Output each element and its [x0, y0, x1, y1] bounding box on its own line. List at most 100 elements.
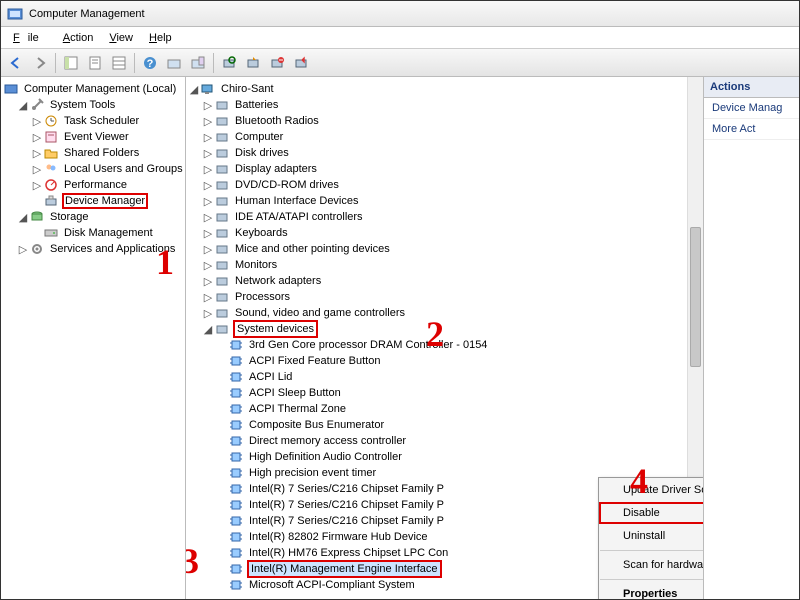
back-button[interactable]: [5, 52, 27, 74]
expand-icon[interactable]: ◢: [202, 323, 214, 336]
expand-icon[interactable]: ▷: [202, 211, 214, 224]
device-category[interactable]: Display adapters: [233, 162, 319, 176]
tree-root[interactable]: Computer Management (Local): [22, 82, 178, 96]
tree-local-users[interactable]: Local Users and Groups: [62, 162, 185, 176]
expand-icon[interactable]: ▷: [31, 131, 43, 144]
system-device-item[interactable]: ACPI Fixed Feature Button: [247, 354, 382, 368]
actions-device-manager[interactable]: Device Manag: [704, 98, 799, 119]
disable-button[interactable]: [290, 52, 312, 74]
actions-more[interactable]: More Act: [704, 119, 799, 140]
scrollbar-thumb[interactable]: [690, 227, 701, 367]
device-category[interactable]: Human Interface Devices: [233, 194, 361, 208]
tree-storage[interactable]: Storage: [48, 210, 91, 224]
system-device-item[interactable]: Microsoft ACPI-Compliant System: [247, 578, 417, 592]
tree-services-apps[interactable]: Services and Applications: [48, 242, 177, 256]
expand-icon[interactable]: ◢: [17, 99, 29, 112]
category-icon: [214, 177, 230, 193]
device-category[interactable]: System devices: [233, 320, 318, 338]
forward-button[interactable]: [29, 52, 51, 74]
category-icon: [214, 97, 230, 113]
system-device-item[interactable]: Composite Bus Enumerator: [247, 418, 386, 432]
system-device-item[interactable]: Intel(R) 7 Series/C216 Chipset Family P: [247, 498, 446, 512]
uninstall-button[interactable]: [266, 52, 288, 74]
menu-uninstall[interactable]: Uninstall: [599, 524, 704, 548]
system-device-item[interactable]: High Definition Audio Controller: [247, 450, 404, 464]
device-category[interactable]: Sound, video and game controllers: [233, 306, 407, 320]
category-icon: [214, 145, 230, 161]
menu-update-driver[interactable]: Update Driver Software...: [599, 478, 704, 502]
expand-icon[interactable]: ▷: [202, 147, 214, 160]
window-title: Computer Management: [29, 8, 145, 20]
scan-button[interactable]: [218, 52, 240, 74]
update-button[interactable]: [242, 52, 264, 74]
tree-disk-management[interactable]: Disk Management: [62, 226, 155, 240]
expand-icon[interactable]: ▷: [202, 227, 214, 240]
device-category[interactable]: DVD/CD-ROM drives: [233, 178, 341, 192]
expand-icon[interactable]: ▷: [31, 147, 43, 160]
expand-icon[interactable]: ▷: [202, 131, 214, 144]
expand-icon[interactable]: ▷: [31, 179, 43, 192]
system-device-item[interactable]: 3rd Gen Core processor DRAM Controller -…: [247, 338, 489, 352]
menu-disable[interactable]: Disable: [599, 502, 704, 524]
expand-icon[interactable]: ▷: [31, 115, 43, 128]
system-device-item[interactable]: ACPI Lid: [247, 370, 294, 384]
tree-shared-folders[interactable]: Shared Folders: [62, 146, 141, 160]
system-device-item[interactable]: Intel(R) HM76 Express Chipset LPC Con: [247, 546, 450, 560]
expand-icon[interactable]: ▷: [31, 163, 43, 176]
expand-icon[interactable]: ▷: [202, 99, 214, 112]
device-category[interactable]: Keyboards: [233, 226, 290, 240]
system-device-item[interactable]: Intel(R) 82802 Firmware Hub Device: [247, 530, 430, 544]
show-hide-tree-button[interactable]: [60, 52, 82, 74]
help-button[interactable]: ?: [139, 52, 161, 74]
device-root[interactable]: Chiro-Sant: [219, 82, 276, 96]
device-category[interactable]: Bluetooth Radios: [233, 114, 321, 128]
expand-icon[interactable]: ▷: [202, 291, 214, 304]
menu-scan[interactable]: Scan for hardware changes: [599, 553, 704, 577]
properties-button[interactable]: [84, 52, 106, 74]
expand-icon[interactable]: ▷: [202, 307, 214, 320]
details-button[interactable]: [108, 52, 130, 74]
system-device-item[interactable]: ACPI Sleep Button: [247, 386, 343, 400]
device-category[interactable]: Network adapters: [233, 274, 323, 288]
expand-icon[interactable]: ▷: [202, 259, 214, 272]
device-category[interactable]: Mice and other pointing devices: [233, 242, 392, 256]
device-manager-icon: [43, 193, 59, 209]
expand-icon[interactable]: ◢: [188, 83, 200, 96]
system-device-item[interactable]: Intel(R) Management Engine Interface: [247, 560, 442, 578]
expand-icon[interactable]: ▷: [202, 179, 214, 192]
toolbar-button[interactable]: [187, 52, 209, 74]
tree-event-viewer[interactable]: Event Viewer: [62, 130, 131, 144]
tree-device-manager[interactable]: Device Manager: [62, 193, 148, 209]
device-category[interactable]: IDE ATA/ATAPI controllers: [233, 210, 365, 224]
system-device-item[interactable]: Intel(R) 7 Series/C216 Chipset Family P: [247, 482, 446, 496]
expand-icon[interactable]: ▷: [202, 275, 214, 288]
device-category[interactable]: Batteries: [233, 98, 280, 112]
menu-help[interactable]: Help: [141, 30, 180, 46]
device-category[interactable]: Computer: [233, 130, 285, 144]
system-device-item[interactable]: ACPI Thermal Zone: [247, 402, 348, 416]
tools-icon: [29, 97, 45, 113]
expand-icon[interactable]: ▷: [202, 243, 214, 256]
console-tree[interactable]: Computer Management (Local) ◢ System Tool…: [1, 77, 185, 261]
menu-file[interactable]: File: [5, 30, 55, 46]
menu-view[interactable]: View: [101, 30, 141, 46]
device-category[interactable]: Monitors: [233, 258, 279, 272]
expand-icon[interactable]: ▷: [202, 115, 214, 128]
tree-system-tools[interactable]: System Tools: [48, 98, 117, 112]
expand-icon[interactable]: ▷: [202, 163, 214, 176]
system-device-item[interactable]: High precision event timer: [247, 466, 378, 480]
computer-icon: [200, 81, 216, 97]
tree-task-scheduler[interactable]: Task Scheduler: [62, 114, 141, 128]
category-icon: [214, 241, 230, 257]
expand-icon[interactable]: ◢: [17, 211, 29, 224]
system-device-item[interactable]: Intel(R) 7 Series/C216 Chipset Family P: [247, 514, 446, 528]
system-device-item[interactable]: Direct memory access controller: [247, 434, 408, 448]
device-category[interactable]: Disk drives: [233, 146, 291, 160]
toolbar-button[interactable]: [163, 52, 185, 74]
device-category[interactable]: Processors: [233, 290, 292, 304]
tree-performance[interactable]: Performance: [62, 178, 129, 192]
expand-icon[interactable]: ▷: [17, 243, 29, 256]
menu-action[interactable]: Action: [55, 30, 102, 46]
menu-properties[interactable]: Properties: [599, 582, 704, 599]
expand-icon[interactable]: ▷: [202, 195, 214, 208]
